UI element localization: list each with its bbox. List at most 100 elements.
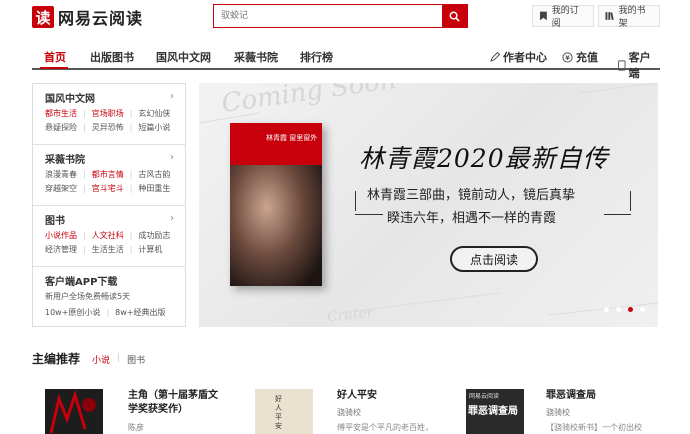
nav-active-indicator — [40, 67, 68, 69]
sidebar-link[interactable]: 种田重生 — [138, 183, 170, 194]
app-promo: 新用户全场免费畅读5天 — [45, 291, 131, 301]
sidebar-sub-row: 经济管理 | 生活生活 | 计算机 — [45, 244, 163, 255]
search-icon — [449, 11, 460, 22]
sidebar-link[interactable]: 古风古韵 — [138, 169, 170, 180]
cover-text: 罪恶调查局 — [468, 406, 518, 417]
sidebar-link[interactable]: 悬疑探险 — [45, 122, 77, 133]
sidebar-link[interactable]: 浪漫青春 — [45, 169, 77, 180]
pen-icon — [490, 52, 500, 62]
sidebar-sub-row: 悬疑探险 | 灵异恐怖 | 短篇小说 — [45, 122, 171, 133]
sidebar-link[interactable]: 人文社科 — [92, 230, 124, 241]
sidebar-section-books[interactable]: 图书 › 小说作品 | 人文社科 | 成功励志 经济管理 | 生活生活 | 计算机 — [33, 206, 185, 267]
sidebar-section-title[interactable]: 国风中文网 — [45, 90, 185, 105]
carousel-dot[interactable] — [616, 307, 621, 312]
sidebar-link[interactable]: 小说作品 — [45, 230, 77, 241]
book-desc: 傅平安是个平凡的老百姓， — [337, 423, 433, 432]
search-button[interactable] — [442, 5, 467, 27]
sidebar-app-download[interactable]: 客户端APP下载 新用户全场免费畅读5天 10w+原创小说 | 8w+经典出版 — [33, 267, 185, 327]
coin-icon: ¥ — [562, 51, 573, 63]
book-title[interactable]: 罪恶调查局 — [546, 389, 596, 403]
nav-guofeng[interactable]: 国风中文网 — [156, 49, 211, 65]
sidebar-section-title[interactable]: 图书 — [45, 212, 185, 227]
read-now-button[interactable]: 点击阅读 — [450, 246, 538, 272]
banner-decor-line — [630, 191, 631, 211]
my-subscriptions-label: 我的订阅 — [551, 6, 579, 29]
sidebar-link[interactable]: 玄幻仙侠 — [138, 108, 170, 119]
my-bookshelf-label: 我的书架 — [618, 6, 646, 29]
search-box — [213, 4, 468, 28]
banner-book-title: 林青霞 窗里窗外 — [266, 134, 318, 142]
sidebar-link[interactable]: 成功励志 — [138, 230, 170, 241]
chevron-right-icon: › — [170, 152, 174, 163]
banner-decor-line — [604, 214, 631, 215]
sidebar-link[interactable]: 生活生活 — [92, 244, 124, 255]
nav-published-books[interactable]: 出版图书 — [90, 49, 134, 65]
app-stat: 10w+原创小说 — [45, 307, 101, 317]
cover-badge: 网易云阅读 — [469, 393, 500, 400]
banner-decor-line — [355, 191, 356, 211]
my-subscriptions-button[interactable]: 我的订阅 — [532, 5, 594, 29]
book-cover: 好人平安 — [255, 389, 313, 434]
nav-home[interactable]: 首页 — [44, 49, 66, 65]
cover-text: 好人平安 — [275, 395, 282, 430]
sidebar-sub-row: 都市生活 | 官场职场 | 玄幻仙侠 — [45, 108, 171, 119]
bookmark-icon — [539, 11, 547, 21]
book-title[interactable]: 主角（第十届茅盾文 — [128, 389, 218, 403]
book-author[interactable]: 骁骑校 — [546, 407, 570, 418]
sidebar-link[interactable]: 都市生活 — [45, 108, 77, 119]
hero-banner[interactable]: Coming Soon Crater 林青霞 窗里窗外 林青霞2020最新自传 … — [199, 83, 658, 327]
banner-subtitle: 睽违六年，相遇不一样的青霞 — [387, 211, 557, 226]
nav-ranking[interactable]: 排行榜 — [300, 49, 333, 65]
banner-book-photo — [230, 165, 322, 286]
logo-mark: 读 — [32, 6, 54, 28]
sidebar-link[interactable]: 经济管理 — [45, 244, 77, 255]
carousel-dots — [604, 307, 652, 312]
sidebar-link[interactable]: 宫斗宅斗 — [92, 183, 124, 194]
sidebar-section-title[interactable]: 采薇书院 — [45, 151, 185, 166]
app-stats: 10w+原创小说 | 8w+经典出版 — [45, 307, 166, 317]
cover-art — [49, 389, 96, 434]
sidebar-sub-row: 小说作品 | 人文社科 | 成功励志 — [45, 230, 171, 241]
chevron-right-icon: › — [170, 91, 174, 102]
banner-subtitle: 林青霞三部曲，镜前动人，镜后真挚 — [367, 188, 576, 203]
main-nav: 首页 出版图书 国风中文网 采薇书院 排行榜 作者中心 ¥ 充值 客户端 — [32, 42, 660, 80]
app-stat: 8w+经典出版 — [115, 307, 166, 317]
tab-novels[interactable]: 小说 — [92, 353, 110, 366]
book-author[interactable]: 骁骑校 — [337, 407, 361, 418]
my-bookshelf-button[interactable]: 我的书架 — [598, 5, 660, 29]
sidebar-link[interactable]: 官场职场 — [92, 108, 124, 119]
sidebar-link[interactable]: 计算机 — [138, 244, 162, 255]
carousel-dot[interactable] — [640, 307, 645, 312]
sidebar-section-guofeng[interactable]: 国风中文网 › 都市生活 | 官场职场 | 玄幻仙侠 悬疑探险 | 灵异恐怖 | 短篇小… — [33, 84, 185, 145]
sidebar-sub-row: 穿越架空 | 宫斗宅斗 | 种田重生 — [45, 183, 171, 194]
logo-text: 网易云阅读 — [58, 9, 144, 28]
book-desc: 【骁骑校新书】一个初出校 — [546, 423, 642, 432]
sidebar-section-caiwei[interactable]: 采薇书院 › 浪漫青春 | 都市言情 | 古风古韵 穿越架空 | 宫斗宅斗 | 种田重生 — [33, 145, 185, 206]
search-input[interactable] — [214, 5, 443, 27]
book-author[interactable]: 陈彦 — [128, 422, 144, 433]
svg-text:¥: ¥ — [565, 54, 570, 62]
tab-divider: | — [117, 353, 121, 363]
app-download-title[interactable]: 客户端APP下载 — [45, 273, 185, 288]
book-cover — [45, 389, 103, 434]
banner-decor-line — [355, 214, 383, 215]
sidebar-link[interactable]: 都市言情 — [92, 169, 124, 180]
banner-book-cover: 林青霞 窗里窗外 — [230, 123, 322, 286]
sidebar-link[interactable]: 穿越架空 — [45, 183, 77, 194]
tab-books[interactable]: 图书 — [127, 353, 145, 366]
book-title-cont[interactable]: 学奖获奖作） — [128, 403, 188, 417]
editor-picks-tabs: 小说 | 图书 — [92, 353, 145, 366]
nav-client[interactable]: 客户端 — [618, 49, 660, 81]
nav-recharge[interactable]: ¥ 充值 — [562, 49, 598, 65]
sidebar-link[interactable]: 灵异恐怖 — [92, 122, 124, 133]
chevron-right-icon: › — [170, 213, 174, 224]
sidebar-link[interactable]: 短篇小说 — [138, 122, 170, 133]
book-title[interactable]: 好人平安 — [337, 389, 377, 403]
site-logo[interactable]: 读 网易云阅读 — [32, 5, 143, 29]
phone-icon — [618, 59, 626, 71]
nav-caiwei[interactable]: 采薇书院 — [234, 49, 278, 65]
nav-author-center[interactable]: 作者中心 — [490, 49, 547, 65]
sidebar-sub-row: 浪漫青春 | 都市言情 | 古风古韵 — [45, 169, 171, 180]
carousel-dot-active[interactable] — [628, 307, 633, 312]
carousel-dot[interactable] — [604, 307, 609, 312]
